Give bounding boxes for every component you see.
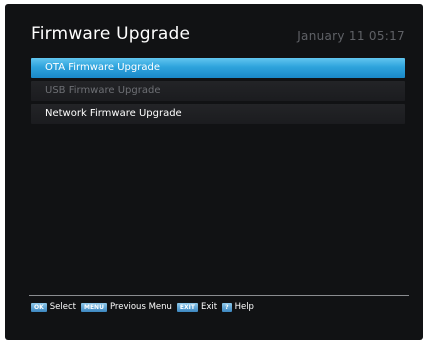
- menu-item-network-firmware-upgrade[interactable]: Network Firmware Upgrade: [31, 104, 405, 124]
- tv-screen: Firmware Upgrade January 11 05:17 OTA Fi…: [5, 4, 423, 340]
- page-title: Firmware Upgrade: [31, 24, 191, 44]
- menu-key-label: Previous Menu: [109, 302, 172, 312]
- ok-key-icon: OK: [31, 302, 47, 312]
- exit-key-icon: EXIT: [176, 302, 198, 312]
- date-time: January 11 05:17: [297, 29, 405, 43]
- firmware-menu: OTA Firmware Upgrade USB Firmware Upgrad…: [31, 58, 405, 127]
- ok-key-label: Select: [49, 302, 76, 312]
- menu-key-icon: MENU: [80, 302, 107, 312]
- footer-divider: [29, 295, 409, 296]
- menu-item-usb-firmware-upgrade[interactable]: USB Firmware Upgrade: [31, 81, 405, 101]
- menu-item-ota-firmware-upgrade[interactable]: OTA Firmware Upgrade: [31, 58, 405, 78]
- exit-key-label: Exit: [200, 302, 218, 312]
- help-key-label: Help: [234, 302, 254, 312]
- help-key-icon: ?: [222, 302, 232, 312]
- key-hint-bar: OK Select MENU Previous Menu EXIT Exit ?…: [31, 301, 254, 313]
